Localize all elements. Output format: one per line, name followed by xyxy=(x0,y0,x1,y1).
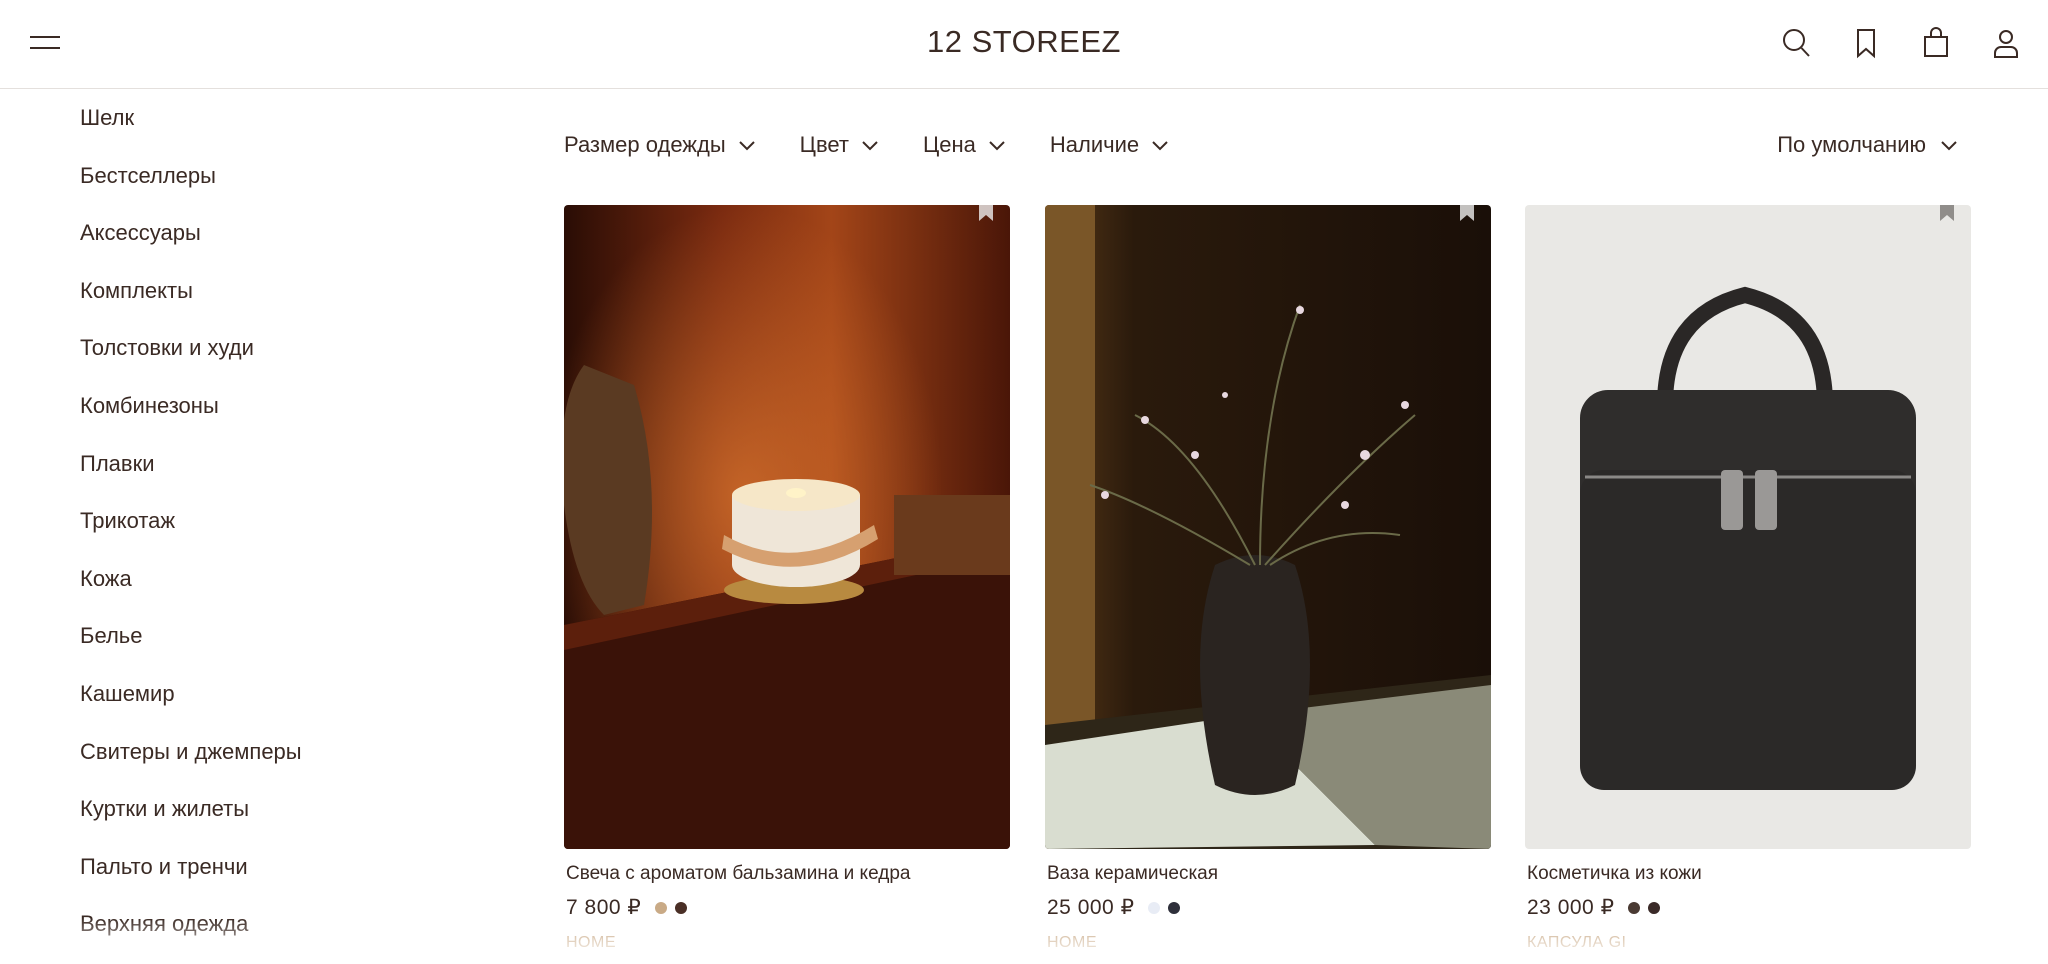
product-collection-tag: КАПСУЛА GI xyxy=(1527,934,1627,951)
sidebar-item-outerwear[interactable]: Верхняя одежда xyxy=(80,906,440,964)
filter-bar: Размер одежды Цвет Цена Наличие xyxy=(564,132,1213,158)
filter-size-label: Размер одежды xyxy=(564,132,726,157)
sidebar-item-jumpsuits[interactable]: Комбинезоны xyxy=(80,388,440,446)
header-actions xyxy=(1778,24,2024,62)
bag-icon[interactable] xyxy=(1918,24,1954,62)
filter-availability-label: Наличие xyxy=(1049,132,1140,157)
product-name[interactable]: Косметичка из кожи xyxy=(1527,863,1971,885)
product-collection-tag: HOME xyxy=(566,934,616,951)
chevron-down-icon xyxy=(738,141,755,151)
product-price: 7 800 ₽ xyxy=(566,896,642,919)
sidebar-item-cashmere[interactable]: Кашемир xyxy=(80,676,440,734)
sidebar-item-accessories[interactable]: Аксессуары xyxy=(80,215,440,273)
price-row: 23 000 ₽ xyxy=(1527,895,1971,920)
site-header: 12 STOREEZ xyxy=(0,0,2048,89)
product-image[interactable] xyxy=(564,205,1010,849)
product-card[interactable]: Свеча с ароматом бальзамина и кедра 7 80… xyxy=(564,205,1010,952)
color-swatch[interactable] xyxy=(1628,901,1641,914)
filter-size[interactable]: Размер одежды xyxy=(564,132,756,158)
color-swatch[interactable] xyxy=(655,901,668,914)
sidebar-item-sweaters[interactable]: Свитеры и джемперы xyxy=(80,734,440,792)
product-name[interactable]: Свеча с ароматом бальзамина и кедра xyxy=(566,863,1010,885)
color-swatch[interactable] xyxy=(1148,901,1161,914)
sidebar-item-jackets[interactable]: Куртки и жилеты xyxy=(80,791,440,849)
product-card[interactable]: Ваза керамическая 25 000 ₽ HOME xyxy=(1045,205,1491,952)
sort-dropdown[interactable]: По умолчанию xyxy=(1777,132,1958,158)
sidebar-item-swimwear[interactable]: Плавки xyxy=(80,446,440,504)
chevron-down-icon xyxy=(862,141,878,151)
filter-price-label: Цена xyxy=(922,132,976,157)
chevron-down-icon xyxy=(1941,141,1957,151)
filter-color-label: Цвет xyxy=(799,132,849,157)
filter-availability[interactable]: Наличие xyxy=(1050,132,1169,158)
color-swatch[interactable] xyxy=(675,901,688,914)
bookmark-icon[interactable] xyxy=(1848,24,1884,62)
color-swatch[interactable] xyxy=(1168,901,1181,914)
user-icon[interactable] xyxy=(1988,24,2024,62)
price-row: 25 000 ₽ xyxy=(1047,895,1491,920)
filter-color[interactable]: Цвет xyxy=(800,132,879,158)
bookmark-icon[interactable] xyxy=(1457,205,1477,221)
color-swatches xyxy=(1148,901,1181,914)
sidebar-item-silk[interactable]: Шелк xyxy=(80,100,440,158)
product-name[interactable]: Ваза керамическая xyxy=(1047,863,1491,885)
sidebar-item-coats[interactable]: Пальто и тренчи xyxy=(80,849,440,907)
product-card[interactable]: Косметичка из кожи 23 000 ₽ КАПСУЛА GI xyxy=(1525,205,1971,952)
filter-price[interactable]: Цена xyxy=(923,132,1006,158)
sidebar-item-sets[interactable]: Комплекты xyxy=(80,273,440,331)
site-logo[interactable]: 12 STOREEZ xyxy=(0,24,2048,60)
product-price: 25 000 ₽ xyxy=(1047,896,1135,919)
color-swatch[interactable] xyxy=(1648,901,1661,914)
search-icon[interactable] xyxy=(1778,24,1814,62)
bookmark-icon[interactable] xyxy=(976,205,996,221)
sidebar-item-underwear[interactable]: Белье xyxy=(80,618,440,676)
sidebar-item-leather[interactable]: Кожа xyxy=(80,561,440,619)
chevron-down-icon xyxy=(989,141,1005,151)
sidebar-item-knitwear[interactable]: Трикотаж xyxy=(80,503,440,561)
color-swatches xyxy=(655,901,688,914)
category-sidebar: Шелк Бестселлеры Аксессуары Комплекты То… xyxy=(80,100,440,964)
sidebar-item-hoodies[interactable]: Толстовки и худи xyxy=(80,330,440,388)
sort-label: По умолчанию xyxy=(1777,132,1926,157)
sidebar-item-bestsellers[interactable]: Бестселлеры xyxy=(80,158,440,216)
color-swatches xyxy=(1628,901,1661,914)
bookmark-icon[interactable] xyxy=(1937,205,1957,221)
product-image[interactable] xyxy=(1045,205,1491,849)
product-price: 23 000 ₽ xyxy=(1527,896,1615,919)
product-image[interactable] xyxy=(1525,205,1971,849)
price-row: 7 800 ₽ xyxy=(566,895,1010,920)
chevron-down-icon xyxy=(1152,141,1168,151)
product-collection-tag: HOME xyxy=(1047,934,1097,951)
